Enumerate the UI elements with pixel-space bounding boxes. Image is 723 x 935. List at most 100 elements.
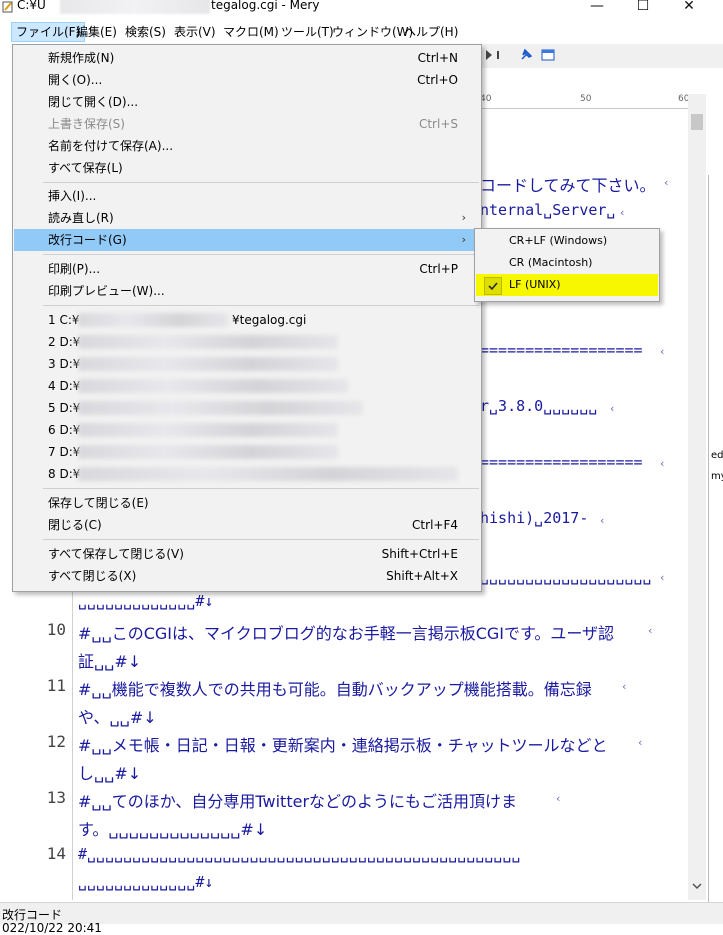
- play-icon[interactable]: [484, 49, 494, 61]
- editor-line: #␣␣機能で複数人での共用も可能。自動バックアップ機能搭載。備忘録: [78, 680, 592, 699]
- status-bar: 改行コード: [0, 902, 723, 925]
- line-number: 14: [46, 844, 66, 863]
- menu-item-save-and-close[interactable]: 保存して閉じる(E): [14, 492, 480, 514]
- recent-file-4[interactable]: 4 D:¥: [14, 375, 480, 397]
- editor-line: #␣␣␣␣␣␣␣␣␣␣␣␣␣␣␣␣␣␣␣␣␣␣␣␣␣␣␣␣␣␣␣␣␣␣␣␣␣␣␣…: [78, 845, 521, 863]
- wrap-mark: ‹: [556, 792, 561, 805]
- recent-file-8[interactable]: 8 D:¥: [14, 463, 480, 485]
- background-window-edge: ed my: [708, 175, 723, 925]
- menu-item-save: 上書き保存(S) Ctrl+S: [48, 117, 458, 131]
- editor-line: #␣␣メモ帳・日記・日報・更新案内・連絡掲示板・チャットツールなどと: [78, 736, 608, 755]
- menu-item-print-preview[interactable]: 印刷プレビュー(W)...: [14, 280, 480, 302]
- line-number: 13: [46, 788, 66, 807]
- menu-item-save-as[interactable]: 名前を付けて保存(A)...: [14, 135, 480, 157]
- checkmark-icon: [484, 277, 502, 295]
- submenu-arrow-icon: ›: [461, 211, 466, 224]
- editor-line: し␣␣#↓: [78, 764, 142, 783]
- menu-item-close-and-open[interactable]: 閉じて開く(D)...: [14, 91, 480, 113]
- editor-line: す。␣␣␣␣␣␣␣␣␣␣␣␣␣#↓: [78, 820, 268, 839]
- wrap-mark: ‹: [660, 571, 665, 584]
- newline-cr[interactable]: CR (Macintosh): [476, 252, 658, 274]
- editor-fragment: r␣3.8.0␣␣␣␣␣␣: [480, 397, 598, 415]
- recent-file-6[interactable]: 6 D:¥: [14, 419, 480, 441]
- wrap-mark: ‹: [600, 514, 605, 527]
- wrap-mark: ‹: [638, 736, 643, 749]
- recent-file-7[interactable]: 7 D:¥: [14, 441, 480, 463]
- menu-separator: [43, 182, 479, 183]
- side-fragment: my: [711, 471, 723, 482]
- editor-fragment: ==================: [480, 453, 643, 471]
- stop-icon[interactable]: [494, 49, 504, 61]
- editor-line: #␣␣このCGIは、マイクロブログ的なお手軽一言掲示板CGIです。ユーザ認: [78, 624, 615, 643]
- menu-item-save-all[interactable]: すべて保存(L): [14, 157, 480, 179]
- menu-item-open[interactable]: 開く(O)... Ctrl+O: [14, 69, 480, 91]
- menu-item-close[interactable]: 閉じる(C) Ctrl+F4: [14, 514, 480, 536]
- menu-help[interactable]: ヘルプ(H): [400, 22, 462, 42]
- recent-file-5[interactable]: 5 D:¥: [14, 397, 480, 419]
- menu-macro[interactable]: マクロ(M): [219, 22, 283, 42]
- line-number: 11: [46, 676, 66, 695]
- bottom-timestamp: 022/10/22 20:41: [2, 921, 102, 935]
- scroll-down-icon[interactable]: [691, 880, 703, 892]
- bottom-strip: 022/10/22 20:41: [0, 922, 723, 934]
- menu-item-close-all[interactable]: すべて閉じる(X) Shift+Alt+X: [14, 565, 480, 587]
- menu-separator: [43, 305, 479, 306]
- recent-file-2[interactable]: 2 D:¥: [14, 331, 480, 353]
- menu-item-print[interactable]: 印刷(P)... Ctrl+P: [14, 258, 480, 280]
- wrap-mark: ‹: [622, 680, 627, 693]
- close-button[interactable]: ✕: [666, 0, 712, 18]
- vertical-scrollbar[interactable]: [688, 94, 706, 900]
- menu-item-save-all-and-close[interactable]: すべて保存して閉じる(V) Shift+Ctrl+E: [14, 543, 480, 565]
- editor-line: ␣␣␣␣␣␣␣␣␣␣␣␣␣#↓: [78, 592, 214, 610]
- wrap-mark: ‹: [664, 176, 669, 189]
- window-title-prefix: C:¥U: [17, 0, 46, 12]
- side-fragment: ed: [711, 450, 723, 461]
- menu-item-insert[interactable]: 挿入(I)...: [14, 185, 480, 207]
- minimize-button[interactable]: —: [574, 0, 620, 18]
- wrap-mark: ‹: [660, 345, 665, 358]
- menu-search[interactable]: 検索(S): [121, 22, 170, 42]
- pin-icon[interactable]: [518, 47, 534, 63]
- wrap-mark: ‹: [660, 457, 665, 470]
- menu-separator: [43, 488, 479, 489]
- newline-code-submenu: CR+LF (Windows) CR (Macintosh) LF (UNIX): [474, 228, 660, 302]
- title-redacted-path: [60, 0, 210, 14]
- editor-line: や、␣␣#↓: [78, 708, 157, 727]
- wrap-mark: ‹: [610, 402, 615, 415]
- menu-item-newline-code[interactable]: 改行コード(G) ›: [14, 229, 480, 251]
- editor-fragment: nternal␣Server␣: [480, 201, 616, 219]
- maximize-button[interactable]: ☐: [620, 0, 666, 18]
- wrap-mark: ‹: [648, 624, 653, 637]
- line-number: 10: [46, 620, 66, 639]
- editor-fragment: コードしてみて下さい。: [480, 176, 656, 195]
- editor-line: ␣␣␣␣␣␣␣␣␣␣␣␣␣#↓: [78, 873, 214, 891]
- recent-file-1[interactable]: 1 C:¥ ¥tegalog.cgi: [14, 309, 480, 331]
- ruler-tick-50: 50: [580, 94, 592, 104]
- editor-fragment: ==================: [480, 341, 643, 359]
- menu-bar: ファイル(F) 編集(E) 検索(S) 表示(V) マクロ(M) ツール(T) …: [0, 20, 723, 44]
- line-number: 12: [46, 732, 66, 751]
- wrap-mark: ‹: [620, 206, 625, 219]
- editor-fragment: ␣␣␣␣␣␣␣␣␣␣␣␣␣␣␣␣␣␣␣: [480, 567, 652, 585]
- recent-file-3[interactable]: 3 D:¥: [14, 353, 480, 375]
- app-icon: [2, 1, 13, 13]
- editor-fragment: hishi)␣2017-: [480, 509, 589, 527]
- menu-item-new[interactable]: 新規作成(N) Ctrl+N: [14, 47, 480, 69]
- menu-item-reload[interactable]: 読み直し(R) ›: [14, 207, 480, 229]
- window-title-suffix: tegalog.cgi - Mery: [211, 0, 320, 12]
- menu-view[interactable]: 表示(V): [170, 22, 220, 42]
- file-menu-dropdown: 新規作成(N) Ctrl+N 開く(O)... Ctrl+O 閉じて開く(D)...…: [12, 44, 482, 592]
- window-layout-icon[interactable]: [540, 47, 556, 63]
- menu-edit[interactable]: 編集(E): [72, 22, 121, 42]
- editor-line: 証␣␣#↓: [78, 652, 142, 671]
- newline-crlf[interactable]: CR+LF (Windows): [476, 230, 658, 252]
- toolbar: [480, 44, 723, 68]
- submenu-arrow-icon: ›: [461, 233, 466, 246]
- newline-lf[interactable]: LF (UNIX): [476, 274, 658, 296]
- scrollbar-thumb[interactable]: [691, 114, 703, 130]
- menu-separator: [43, 254, 479, 255]
- title-bar: C:¥U tegalog.cgi - Mery — ☐ ✕: [0, 0, 723, 18]
- column-ruler: 40 50 60: [480, 94, 689, 109]
- editor-line: #␣␣てのほか、自分専用Twitterなどのようにもご活用頂けま: [78, 792, 518, 811]
- menu-separator: [43, 539, 479, 540]
